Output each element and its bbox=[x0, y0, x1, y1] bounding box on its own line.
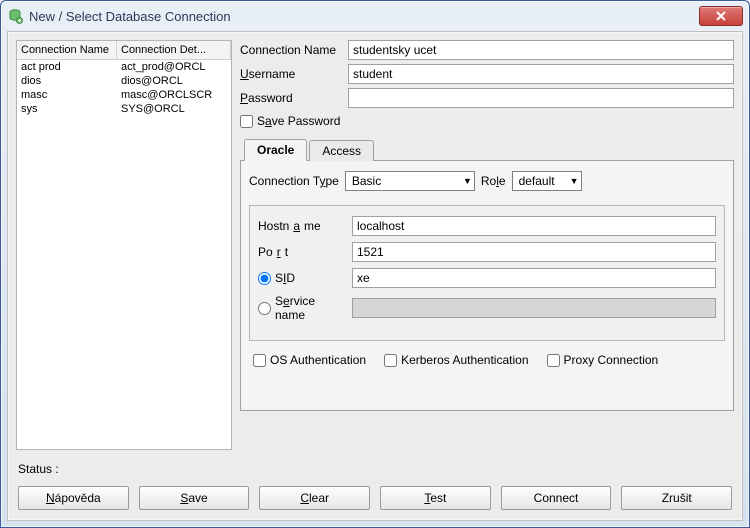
connection-row[interactable]: sys SYS@ORCL bbox=[17, 102, 231, 116]
service-name-input bbox=[352, 298, 716, 318]
label-password: Password bbox=[240, 91, 342, 105]
service-name-radio[interactable] bbox=[258, 302, 271, 315]
close-icon bbox=[715, 11, 727, 21]
clear-button[interactable]: Clear bbox=[259, 486, 370, 510]
window-title: New / Select Database Connection bbox=[29, 9, 231, 24]
db-tabs: Oracle Access Connection Type Basic ▼ bbox=[240, 138, 734, 411]
chevron-down-icon: ▼ bbox=[564, 176, 579, 186]
connection-row[interactable]: dios dios@ORCL bbox=[17, 74, 231, 88]
connection-row[interactable]: masc masc@ORCLSCR bbox=[17, 88, 231, 102]
label-port: Port bbox=[258, 245, 346, 259]
label-role: Role bbox=[481, 174, 506, 188]
button-bar: Nápověda Save Clear Test Connect Zrušit bbox=[8, 480, 742, 520]
sid-radio-group: SID bbox=[258, 271, 346, 285]
test-button[interactable]: Test bbox=[380, 486, 491, 510]
port-input[interactable] bbox=[352, 242, 716, 262]
col-connection-name[interactable]: Connection Name bbox=[17, 41, 117, 59]
os-auth-checkbox[interactable] bbox=[253, 354, 266, 367]
connections-header: Connection Name Connection Det... bbox=[17, 41, 231, 60]
proxy-connection-option[interactable]: Proxy Connection bbox=[547, 353, 659, 367]
username-input[interactable] bbox=[348, 64, 734, 84]
dialog-window: New / Select Database Connection Connect… bbox=[0, 0, 750, 528]
label-sid: SID bbox=[275, 271, 295, 285]
service-radio-group: Service name bbox=[258, 294, 346, 322]
label-connection-name: Connection Name bbox=[240, 43, 342, 57]
close-button[interactable] bbox=[699, 6, 743, 26]
save-button[interactable]: Save bbox=[139, 486, 250, 510]
os-auth-option[interactable]: OS Authentication bbox=[253, 353, 366, 367]
role-select[interactable]: default ▼ bbox=[512, 171, 582, 191]
password-input[interactable] bbox=[348, 88, 734, 108]
status-bar: Status : bbox=[8, 458, 742, 480]
cancel-button[interactable]: Zrušit bbox=[621, 486, 732, 510]
proxy-connection-checkbox[interactable] bbox=[547, 354, 560, 367]
connection-form: Connection Name Username Password bbox=[240, 40, 734, 450]
connection-type-select[interactable]: Basic ▼ bbox=[345, 171, 475, 191]
connections-list: Connection Name Connection Det... act pr… bbox=[16, 40, 232, 450]
connect-button[interactable]: Connect bbox=[501, 486, 612, 510]
connection-row[interactable]: act prod act_prod@ORCL bbox=[17, 60, 231, 74]
kerberos-auth-checkbox[interactable] bbox=[384, 354, 397, 367]
label-username: Username bbox=[240, 67, 342, 81]
hostname-input[interactable] bbox=[352, 216, 716, 236]
tab-oracle[interactable]: Oracle bbox=[244, 139, 307, 161]
client-area: Connection Name Connection Det... act pr… bbox=[7, 31, 743, 521]
help-button[interactable]: Nápověda bbox=[18, 486, 129, 510]
sid-input[interactable] bbox=[352, 268, 716, 288]
app-icon bbox=[7, 8, 23, 24]
label-save-password: Save Password bbox=[257, 114, 340, 128]
chevron-down-icon: ▼ bbox=[457, 176, 472, 186]
col-connection-details[interactable]: Connection Det... bbox=[117, 41, 231, 59]
connection-name-input[interactable] bbox=[348, 40, 734, 60]
kerberos-auth-option[interactable]: Kerberos Authentication bbox=[384, 353, 528, 367]
basic-connection-box: Hostname Port bbox=[249, 205, 725, 341]
tab-access[interactable]: Access bbox=[309, 140, 374, 161]
save-password-checkbox[interactable] bbox=[240, 115, 253, 128]
label-connection-type: Connection Type bbox=[249, 174, 339, 188]
titlebar: New / Select Database Connection bbox=[1, 1, 749, 31]
tab-body-oracle: Connection Type Basic ▼ Role default bbox=[240, 161, 734, 411]
label-hostname: Hostname bbox=[258, 219, 346, 233]
sid-radio[interactable] bbox=[258, 272, 271, 285]
label-service-name: Service name bbox=[275, 294, 346, 322]
